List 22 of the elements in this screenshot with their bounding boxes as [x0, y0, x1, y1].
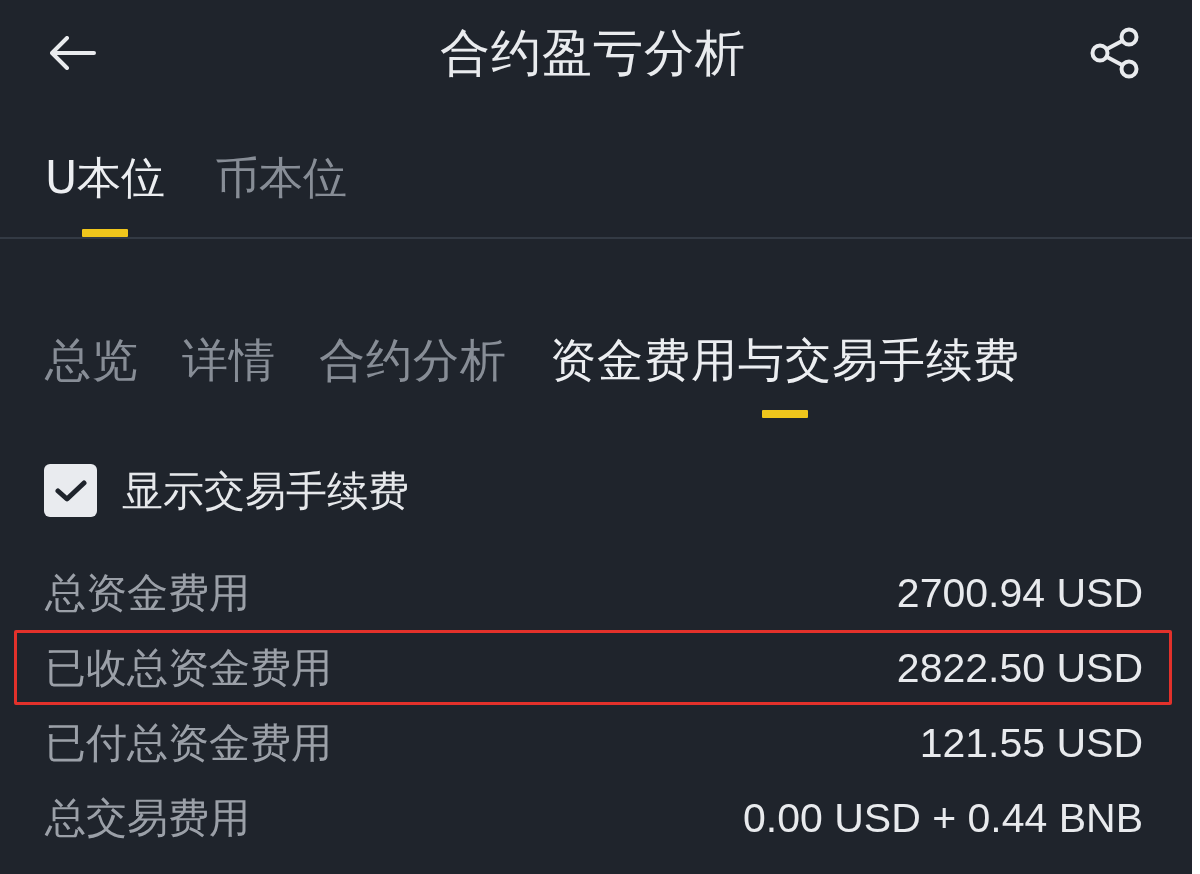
fee-amount: 2822.50 USD: [896, 643, 1143, 693]
fee-label: 已收总资金费用: [45, 642, 332, 693]
fee-label: 已付总资金费用: [45, 717, 332, 768]
margin-tab[interactable]: 币本位: [215, 152, 348, 237]
section-tab[interactable]: 总览: [45, 334, 139, 418]
page-title: 合约盈亏分析: [440, 22, 746, 83]
fee-label: 总交易费用: [45, 792, 250, 843]
fee-amount: 2700.94 USD: [896, 568, 1143, 618]
active-tab-underline: [762, 410, 808, 418]
section-tab[interactable]: 资金费用与交易手续费: [550, 334, 1020, 418]
checkbox-label: 显示交易手续费: [122, 465, 409, 516]
checkmark-icon: [54, 478, 87, 503]
section-tab[interactable]: 详情: [182, 334, 276, 418]
fee-amount: 0.00 USD + 0.44 BNB: [743, 793, 1143, 843]
show-fees-checkbox[interactable]: [44, 464, 97, 517]
section-tab[interactable]: 合约分析: [319, 334, 507, 418]
fee-amount: 121.55 USD: [919, 718, 1143, 768]
fee-label: 总资金费用: [45, 567, 250, 618]
back-button[interactable]: [50, 35, 96, 70]
active-tab-underline: [82, 229, 129, 237]
back-arrow-icon: [50, 35, 96, 70]
margin-tab[interactable]: U本位: [45, 152, 166, 237]
